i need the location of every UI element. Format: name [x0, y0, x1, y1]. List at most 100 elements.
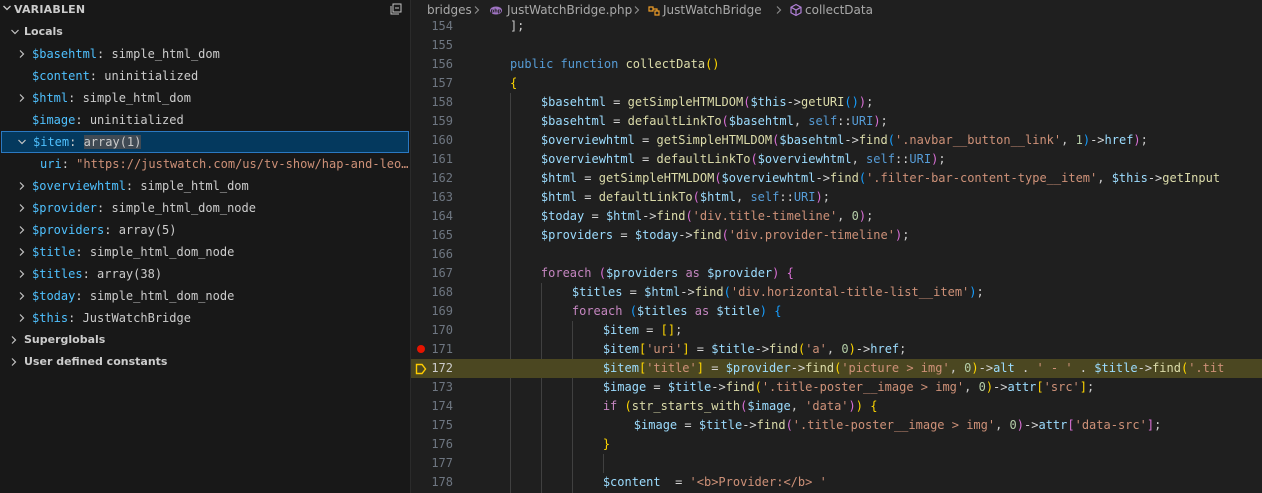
- code-line[interactable]: 167 foreach ($providers as $provider) {: [411, 264, 1262, 283]
- variable-row[interactable]: $titles: array(38): [0, 263, 410, 285]
- variables-title: VARIABLEN: [14, 3, 86, 16]
- variable-row[interactable]: $title: simple_html_dom_node: [0, 241, 410, 263]
- line-number[interactable]: 162: [411, 169, 453, 188]
- variable-value: array(38): [97, 267, 163, 281]
- tree-group-locals[interactable]: Locals: [0, 21, 410, 43]
- line-number[interactable]: 169: [411, 302, 453, 321]
- variable-row[interactable]: $html: simple_html_dom: [0, 87, 410, 109]
- variable-row[interactable]: $providers: array(5): [0, 219, 410, 241]
- code-line[interactable]: 160 $overviewhtml = getSimpleHTMLDOM ($bas…: [411, 131, 1262, 150]
- variable-row[interactable]: $provider: simple_html_dom_node: [0, 197, 410, 219]
- variable-row[interactable]: $today: simple_html_dom_node: [0, 285, 410, 307]
- code-line[interactable]: 166: [411, 245, 1262, 264]
- code-line[interactable]: 165 $providers = $today->find('div.provid…: [411, 226, 1262, 245]
- code-token: ]: [682, 342, 690, 356]
- code-line[interactable]: 168 $titles = $html->find('div.horizontal…: [411, 283, 1262, 302]
- chevron-right-icon[interactable]: [16, 263, 28, 285]
- code-token: =: [677, 418, 699, 432]
- chevron-right-icon[interactable]: [16, 285, 28, 307]
- line-number[interactable]: 166: [411, 245, 453, 264]
- line-number[interactable]: 165: [411, 226, 453, 245]
- chevron-right-icon[interactable]: [16, 219, 28, 241]
- collapse-all-icon[interactable]: [390, 3, 402, 15]
- line-number[interactable]: 170: [411, 321, 453, 340]
- chevron-right-icon[interactable]: [16, 307, 28, 329]
- code-line[interactable]: 178 $content = '<b>Provider:</b> ': [411, 473, 1262, 492]
- tree-group-superglobals[interactable]: Superglobals: [0, 329, 410, 351]
- chevron-right-icon[interactable]: [16, 43, 28, 65]
- chevron-down-icon[interactable]: [2, 3, 12, 16]
- line-number[interactable]: 158: [411, 93, 453, 112]
- variable-row[interactable]: $content: uninitialized: [0, 65, 410, 87]
- chevron-right-icon[interactable]: [16, 87, 28, 109]
- code-token: ): [985, 380, 994, 394]
- line-number[interactable]: 161: [411, 150, 453, 169]
- code-line[interactable]: 176}: [411, 435, 1262, 454]
- current-execution-line[interactable]: 172 $item['title'] = $provider->find('pic…: [411, 359, 1262, 378]
- line-number[interactable]: 175: [411, 416, 453, 435]
- code-line[interactable]: 158 $basehtml = getSimpleHTMLDOM($this->g…: [411, 93, 1262, 112]
- variable-row[interactable]: $basehtml: simple_html_dom: [0, 43, 410, 65]
- code-token: ,: [736, 190, 751, 204]
- code-token: .: [1072, 361, 1095, 375]
- code-line[interactable]: 177: [411, 454, 1262, 473]
- code-line[interactable]: 163 $html = defaultLinkTo($html, self::UR…: [411, 188, 1262, 207]
- code-line[interactable]: 173 $image = $title->find('.title-poster_…: [411, 378, 1262, 397]
- code-editor[interactable]: bridges php JustWatchBridge.php JustWatc…: [411, 0, 1262, 493]
- variable-row[interactable]: $image: uninitialized: [0, 109, 410, 131]
- line-number[interactable]: 173: [411, 378, 453, 397]
- line-number[interactable]: 164: [411, 207, 453, 226]
- line-number[interactable]: 167: [411, 264, 453, 283]
- chevron-right-icon[interactable]: [16, 175, 28, 197]
- variable-row[interactable]: uri: "https://justwatch.com/us/tv-show/h…: [0, 153, 410, 175]
- variable-row[interactable]: $overviewhtml: simple_html_dom: [0, 175, 410, 197]
- chevron-down-icon[interactable]: [15, 131, 27, 153]
- code-line[interactable]: 171 $item['uri'] = $title->find('a', 0)->…: [411, 340, 1262, 359]
- variable-row[interactable]: $item: array(1): [1, 131, 409, 153]
- variable-row[interactable]: $this: JustWatchBridge: [0, 307, 410, 329]
- code-line[interactable]: 154];: [411, 17, 1262, 36]
- line-number[interactable]: 168: [411, 283, 453, 302]
- code-token: $title: [667, 380, 712, 394]
- breakpoint-icon[interactable]: [417, 345, 425, 353]
- code-line[interactable]: 155: [411, 36, 1262, 55]
- variable-separator: :: [68, 91, 83, 105]
- variable-name: $html: [32, 91, 69, 105]
- code-line[interactable]: 159 $basehtml = defaultLinkTo($basehtml, …: [411, 112, 1262, 131]
- code-token: (): [844, 95, 859, 109]
- variable-value: "https://justwatch.com/us/tv-show/hap-an…: [76, 157, 409, 171]
- chevron-right-icon[interactable]: [8, 351, 20, 373]
- chevron-right-icon[interactable]: [8, 329, 20, 351]
- line-number[interactable]: 176: [411, 435, 453, 454]
- code-line[interactable]: 164 $today = $html->find('div.title-timel…: [411, 207, 1262, 226]
- code-token: ): [873, 114, 881, 128]
- line-number[interactable]: 157: [411, 74, 453, 93]
- variables-header[interactable]: VARIABLEN: [0, 0, 410, 21]
- code-line[interactable]: 157 {: [411, 74, 1262, 93]
- line-number[interactable]: 178: [411, 473, 453, 492]
- line-number[interactable]: 160: [411, 131, 453, 150]
- code-line[interactable]: 170 $item = [];: [411, 321, 1262, 340]
- code-token: $item: [602, 323, 639, 337]
- line-number[interactable]: 163: [411, 188, 453, 207]
- chevron-right-icon[interactable]: [16, 241, 28, 263]
- chevron-down-icon[interactable]: [8, 21, 20, 43]
- line-number[interactable]: 154: [411, 17, 453, 36]
- line-number[interactable]: 177: [411, 454, 453, 473]
- code-token: ): [855, 399, 863, 413]
- code-line[interactable]: 169 foreach ($titles as $title) {: [411, 302, 1262, 321]
- code-token: alt: [993, 361, 1015, 375]
- line-number[interactable]: 156: [411, 55, 453, 74]
- chevron-right-icon[interactable]: [16, 197, 28, 219]
- code-line[interactable]: 162 $html = getSimpleHTMLDOM($overviewhtm…: [411, 169, 1262, 188]
- tree-group-user-defined-constants[interactable]: User defined constants: [0, 351, 410, 373]
- line-number[interactable]: 159: [411, 112, 453, 131]
- line-number[interactable]: 174: [411, 397, 453, 416]
- code-line[interactable]: 174 if (str_starts_with($image, 'data')) …: [411, 397, 1262, 416]
- code-line[interactable]: 156 public function collectData(): [411, 55, 1262, 74]
- code-token: $provider: [725, 361, 791, 375]
- code-line[interactable]: 161 $overviewhtml = defaultLinkTo($overvi…: [411, 150, 1262, 169]
- line-number[interactable]: 155: [411, 36, 453, 55]
- code-line[interactable]: 175 $image = $title->find('.title-poster_…: [411, 416, 1262, 435]
- code-token: $html: [605, 209, 643, 223]
